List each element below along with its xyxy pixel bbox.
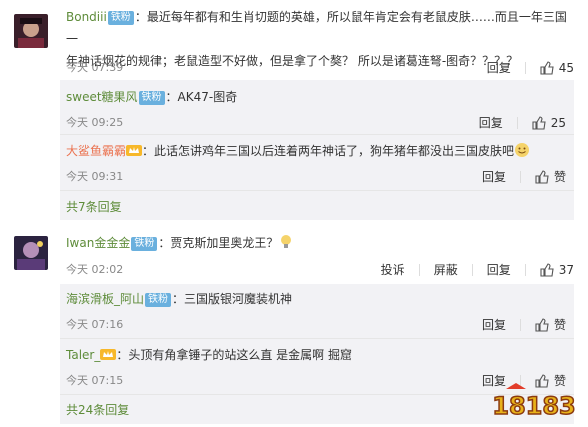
username[interactable]: Bondiii [66, 10, 107, 24]
username[interactable]: Iwan金金金 [66, 236, 130, 250]
reply-body: ：此话怎讲鸡年三国以后连着两年神话了，狗年猪年都没出三国皮肤吧 [142, 144, 515, 158]
reply-button[interactable]: 回复 [487, 261, 511, 278]
vip-crown-icon [126, 145, 143, 156]
vip-crown-icon [100, 349, 117, 360]
like-count: 赞 [553, 318, 566, 332]
divider [418, 263, 420, 276]
timestamp: 今天 07:16 [66, 318, 124, 331]
divider [516, 116, 518, 129]
block-button[interactable]: 屏蔽 [434, 261, 458, 278]
divider [60, 134, 574, 135]
avatar[interactable] [14, 236, 48, 270]
timestamp: 今天 07:15 [66, 374, 124, 387]
timestamp: 今天 09:25 [66, 116, 124, 129]
reply-button[interactable]: 回复 [482, 316, 506, 333]
reply-body: ：三国版银河魔装机神 [172, 292, 293, 306]
like-count: 赞 [553, 170, 566, 184]
comment-text: Iwan金金金 铁粉 ：贾克斯加里奥龙王？ [66, 232, 578, 254]
timestamp: 今天 07:39 [66, 61, 124, 74]
reply-button[interactable]: 回复 [487, 59, 511, 76]
fan-badge: 铁粉 [107, 11, 134, 25]
site-logo: 18183 [492, 383, 577, 421]
comment-body: ：贾克斯加里奥龙王？ [158, 236, 279, 250]
comment-body-line2: 年神话烟花的规律；老鼠造型不好做，但是拿了个獒？ 所以是诸葛连弩-图奇？？？？ [66, 54, 519, 68]
like-icon[interactable] [532, 115, 546, 130]
reply-button[interactable]: 回复 [479, 114, 503, 131]
reply-body: ：AK47-图奇 [165, 90, 238, 104]
fan-badge: 铁粉 [145, 293, 172, 307]
reply-username[interactable]: sweet糖果风 [66, 90, 138, 104]
avatar[interactable] [14, 14, 48, 48]
divider [471, 263, 473, 276]
divider [60, 190, 574, 191]
timestamp: 今天 02:02 [66, 263, 124, 276]
like-icon[interactable] [535, 169, 549, 184]
reply-username[interactable]: Taler_ [66, 348, 100, 362]
like-count: 25 [550, 115, 566, 130]
smile-emoji-icon [515, 143, 530, 157]
divider [519, 318, 521, 331]
divider [524, 61, 526, 74]
divider [519, 170, 521, 183]
like-icon[interactable] [535, 317, 549, 332]
fan-badge: 铁粉 [138, 91, 165, 105]
reply-body: ：头顶有角拿锤子的站这么直 是金属啊 掘窟 [116, 348, 352, 362]
comment-body-line1: ：最近每年都有和生肖切题的英雄，所以鼠年肯定会有老鼠皮肤……而且一年三国一 [66, 10, 567, 46]
reply-text: 大鲨鱼霸霸 ：此话怎讲鸡年三国以后连着两年神话了，狗年猪年都没出三国皮肤吧 [66, 140, 574, 162]
reply-username[interactable]: 海滨滑板_阿山 [66, 292, 144, 306]
divider [60, 338, 574, 339]
comment-actions: 投诉 屏蔽 回复 37 [367, 261, 574, 278]
reply-username[interactable]: 大鲨鱼霸霸 [66, 144, 126, 158]
timestamp: 今天 09:31 [66, 170, 124, 183]
reply-button[interactable]: 回复 [482, 168, 506, 185]
watermark-text: 18183 [492, 392, 576, 420]
fan-badge: 铁粉 [131, 237, 158, 251]
reply-actions: 回复 赞 [468, 316, 566, 333]
reply-text: Taler_ ：头顶有角拿锤子的站这么直 是金属啊 掘窟 [66, 344, 574, 366]
reply-text: sweet糖果风 铁粉 ：AK47-图奇 [66, 86, 574, 108]
report-button[interactable]: 投诉 [381, 261, 405, 278]
reply-actions: 回复 赞 [468, 168, 566, 185]
view-more-replies-link[interactable]: 共24条回复 [66, 401, 129, 418]
divider [524, 263, 526, 276]
like-icon[interactable] [540, 262, 554, 277]
reply-text: 海滨滑板_阿山 铁粉 ：三国版银河魔装机神 [66, 288, 574, 310]
lightbulb-emoji-icon [281, 235, 292, 248]
like-icon[interactable] [540, 60, 554, 75]
like-count: 45 [558, 60, 574, 75]
view-more-replies-link[interactable]: 共7条回复 [66, 198, 122, 215]
reply-actions: 回复 25 [465, 114, 566, 131]
comment-actions: 回复 45 [473, 59, 574, 76]
reply-box: sweet糖果风 铁粉 ：AK47-图奇 今天 09:25 回复 25 大鲨鱼霸霸 ：… [60, 80, 574, 220]
like-count: 37 [558, 262, 574, 277]
